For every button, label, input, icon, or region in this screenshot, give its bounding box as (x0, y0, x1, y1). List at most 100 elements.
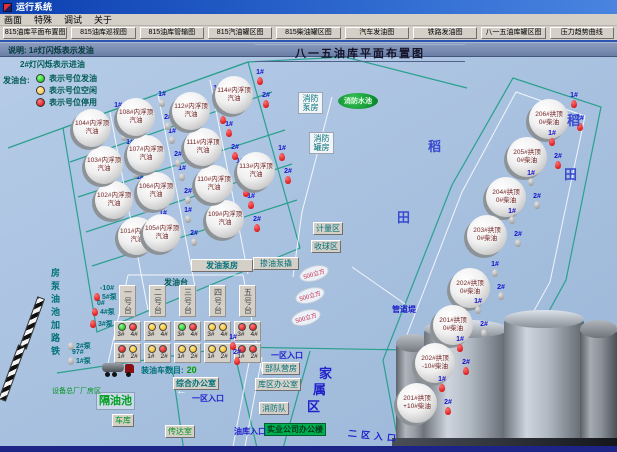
nav-button-diesel-area[interactable]: 815柴油罐区图 (276, 27, 340, 39)
tank-product: +10#柴油 (403, 403, 431, 411)
depot-gate-label: 油库入口 (234, 426, 266, 437)
drop-icon (90, 320, 96, 328)
nav-button-gas-area[interactable]: 815汽油罐区图 (208, 27, 272, 39)
tank-102[interactable]: 102#内浮顶汽油1#2# (95, 181, 133, 219)
rice-field-label: 田 (397, 207, 410, 226)
tank-201b[interactable]: 201#拱顶+10#柴油1#2# (397, 383, 437, 423)
tank-product: 汽油 (130, 117, 143, 125)
menu-item-about[interactable]: 关于 (94, 14, 112, 26)
drop-icon (263, 100, 269, 108)
drop-icon (165, 122, 171, 130)
nav-button-tank-area[interactable]: 八一五油库罐区图 (481, 27, 545, 39)
valve-label: 2# (164, 114, 172, 121)
pump-4: 4#泵 (92, 307, 115, 317)
signal-light (208, 345, 216, 353)
valve-label: 1# (508, 208, 516, 215)
signal-light (148, 323, 156, 331)
pump-label: 0# (97, 300, 105, 307)
drop-icon (185, 196, 191, 204)
tank-product: 汽油 (150, 191, 163, 199)
tank-104[interactable]: 104#内浮顶汽油1#2# (73, 109, 111, 147)
tank-114[interactable]: 114#内浮顶汽油1#2# (215, 76, 253, 114)
nav-button-rail[interactable]: 铁路发油图 (413, 27, 477, 39)
valve-1: 1# (154, 91, 170, 107)
rice-field-label-right: 田 (564, 164, 577, 183)
valve-1: 1# (274, 145, 290, 161)
menu-item-special[interactable]: 特殊 (34, 14, 52, 26)
valve-label: 1# (256, 69, 264, 76)
valve-label: 1# (527, 170, 535, 177)
tank-109[interactable]: 109#内浮顶汽油1#2# (206, 200, 244, 238)
valve-label: 1# (438, 376, 446, 383)
tank-label: 107#内浮顶汽油 (127, 135, 165, 173)
drop-icon (185, 215, 191, 223)
nav-button-pipeline[interactable]: 815油库管输图 (140, 27, 204, 39)
rice-field-label-right: 稻 (567, 110, 580, 129)
valve-label: 2# (231, 144, 239, 151)
road-label-char: 房 (51, 266, 60, 279)
valve-label: 1# (570, 92, 578, 99)
light-label: 2# (251, 353, 258, 360)
menu-item-screen[interactable]: 画面 (4, 14, 22, 26)
platform-name: 四号台 (209, 285, 226, 317)
road-label-char: 铁 (51, 344, 60, 357)
entrance-1-label-2: 一区入口 (192, 393, 224, 404)
tank-product: 0#柴油 (496, 197, 516, 205)
drop-icon (475, 306, 481, 314)
light-label: 3# (117, 331, 124, 338)
legend-note-2: 2#灯闪烁表示进油 (20, 59, 85, 70)
nav-button-plan[interactable]: 815油库平面布置图 (3, 27, 67, 39)
nav-button-patrol[interactable]: 815油库巡视图 (71, 27, 135, 39)
signal-light (159, 323, 167, 331)
nav-button-truck[interactable]: 汽车发油图 (345, 27, 409, 39)
tank-203[interactable]: 203#拱顶0#柴油1#2# (467, 215, 507, 255)
tank-105[interactable]: 105#内浮顶汽油1#2# (143, 214, 181, 252)
platform-name: 五号台 (239, 285, 256, 317)
tank-id: 112#内浮顶 (174, 103, 207, 111)
menu-item-debug[interactable]: 调试 (64, 14, 82, 26)
tank-111[interactable]: 111#内浮顶汽油1#2# (184, 128, 222, 166)
tank-label: 102#内浮顶汽油 (95, 181, 133, 219)
reception-room: 传达室 (165, 425, 195, 438)
signal-light (129, 345, 137, 353)
tank-110[interactable]: 110#内浮顶汽油1#2# (195, 165, 233, 203)
tank-107[interactable]: 107#内浮顶汽油1#2# (127, 135, 165, 173)
valve-2: 2# (440, 399, 456, 415)
tank-label: 104#内浮顶汽油 (73, 109, 111, 147)
tank-112[interactable]: 112#内浮顶汽油1#2# (172, 92, 210, 130)
tank-103[interactable]: 103#内浮顶汽油1#2# (85, 146, 123, 184)
tank-id: 107#内浮顶 (129, 146, 163, 154)
valve-label: 2# (497, 284, 505, 291)
drop-icon (285, 176, 291, 184)
tank-product: 0#柴油 (477, 235, 497, 243)
tank-id: 201#拱顶 (439, 317, 466, 325)
road-label-char: 池 (51, 305, 60, 318)
tank-108[interactable]: 108#内浮顶汽油1#2# (117, 98, 155, 136)
road-label-char: 油 (51, 292, 60, 305)
tank-id: 114#内浮顶 (217, 87, 250, 95)
light-label: 1# (177, 353, 184, 360)
map-header-strip: 说明: 1#灯闪烁表示发油 八一五油库平面布置图 (0, 42, 617, 57)
yellow-dot-icon (36, 86, 45, 95)
road-label-char: 路 (51, 331, 60, 344)
light-label: 4# (161, 331, 168, 338)
drop-icon (243, 189, 249, 197)
tank-product: 汽油 (140, 154, 153, 162)
drop-icon (175, 159, 181, 167)
depot-office: 库区办公室 (255, 378, 301, 391)
nav-button-pressure[interactable]: 压力趋势曲线 (550, 27, 614, 39)
signal-light (189, 323, 197, 331)
pipe-dike-label: 管道堤 (392, 304, 416, 315)
light-label: 3# (147, 331, 154, 338)
valve-1: 1# (252, 69, 268, 85)
light-panel-top: 3#4# (174, 321, 201, 341)
tank-113[interactable]: 113#内浮顶汽油1#2# (237, 152, 275, 190)
pump-1: 1#泵 (68, 356, 91, 366)
valve-label: 1# (184, 207, 192, 214)
dispatch-column-2: 二号台3#4#1#2# (144, 285, 172, 365)
signal-light (249, 345, 257, 353)
valve-label: 1# (278, 145, 286, 152)
tank-106[interactable]: 106#内浮顶汽油1#2# (137, 172, 175, 210)
light-label: 4# (191, 331, 198, 338)
tank-product: 汽油 (197, 147, 210, 155)
